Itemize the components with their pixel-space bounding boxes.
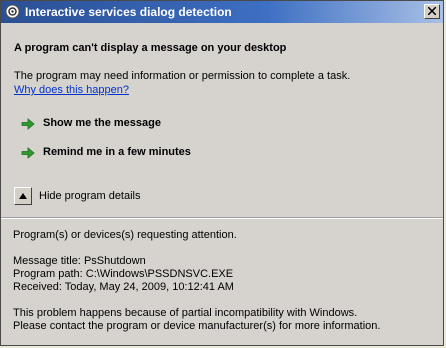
dialog-content: A program can't display a message on you… [1, 23, 443, 345]
close-button[interactable] [424, 4, 440, 19]
hide-details-toggle[interactable]: Hide program details [14, 187, 214, 209]
toggle-button[interactable] [14, 187, 32, 205]
window-title: Interactive services dialog detection [25, 5, 232, 19]
chevron-up-icon [19, 193, 27, 199]
dialog-window: Interactive services dialog detection A … [0, 0, 444, 346]
program-path-row: Program path: C:\Windows\PSSDNSVC.EXE [13, 268, 233, 280]
requesting-text: Program(s) or devices(s) requesting atte… [13, 229, 237, 241]
received-value: Today, May 24, 2009, 10:12:41 AM [64, 281, 234, 293]
received-row: Received: Today, May 24, 2009, 10:12:41 … [13, 281, 234, 293]
received-label: Received: [13, 281, 62, 293]
main-heading: A program can't display a message on you… [14, 42, 287, 54]
message-title-value: PsShutdown [83, 255, 146, 267]
show-message-label: Show me the message [43, 117, 161, 129]
why-link[interactable]: Why does this happen? [14, 84, 129, 96]
title-bar[interactable]: Interactive services dialog detection [1, 1, 443, 23]
remind-later-label: Remind me in a few minutes [43, 146, 191, 158]
program-path-value: C:\Windows\PSSDNSVC.EXE [85, 268, 234, 280]
app-icon [5, 4, 20, 19]
program-path-label: Program path: [13, 268, 83, 280]
green-arrow-icon [21, 146, 35, 160]
problem-text-2: Please contact the program or device man… [13, 320, 381, 332]
close-icon [428, 7, 436, 15]
description-text: The program may need information or perm… [14, 70, 351, 82]
green-arrow-icon [21, 117, 35, 131]
divider [1, 217, 443, 219]
show-message-button[interactable]: Show me the message [21, 116, 221, 134]
message-title-label: Message title: [13, 255, 81, 267]
problem-text-1: This problem happens because of partial … [13, 307, 358, 319]
toggle-label: Hide program details [39, 190, 141, 202]
message-title-row: Message title: PsShutdown [13, 255, 146, 267]
remind-later-button[interactable]: Remind me in a few minutes [21, 145, 241, 163]
